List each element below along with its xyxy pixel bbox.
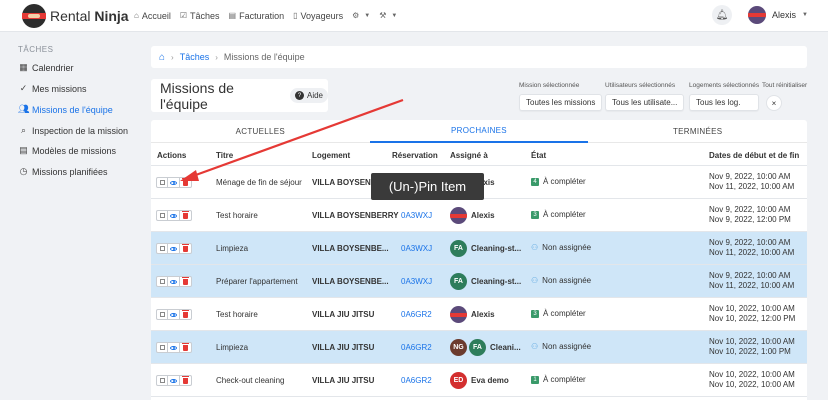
arrow-head: [180, 170, 199, 181]
arrow-line: [192, 98, 404, 178]
annotation-arrow: [180, 98, 404, 181]
